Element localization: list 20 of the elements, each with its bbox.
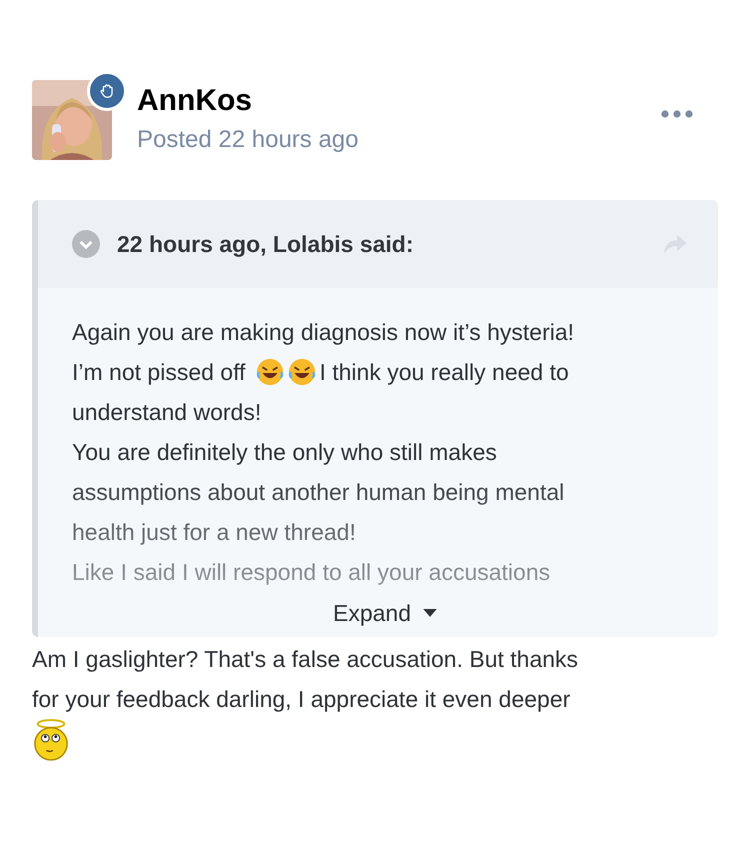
text-line: for your feedback darling, I appreciate it even deeper [32, 685, 570, 714]
text-line: Like I said I will respond to all your accusations [72, 558, 550, 587]
text-line: You are definitely the only who still makes [72, 438, 497, 467]
text-line: Am I gaslighter? That's a false accusation. But thanks [32, 645, 578, 674]
laughing-face-icon [255, 357, 286, 387]
laughing-face-icon [287, 357, 318, 387]
quote-citation: 22 hours ago, Lolabis said: [117, 230, 415, 258]
expand-button[interactable]: Expand [324, 594, 445, 633]
angel-smiley-icon [32, 719, 70, 761]
text-line: I think you really need to [319, 358, 569, 387]
text-line: I’m not pissed off [72, 358, 246, 387]
text-line: Again you are making diagnosis now it’s hysteria! [72, 318, 574, 347]
caret-icon [423, 609, 437, 618]
collapse-chevron-icon[interactable] [72, 230, 100, 258]
text-line: health just for a new thread! [72, 518, 356, 547]
more-options-icon[interactable] [661, 110, 693, 118]
author-name[interactable]: AnnKos [137, 82, 661, 120]
post-time: Posted 22 hours ago [137, 125, 360, 155]
text-line: assumptions about another human being mental [72, 478, 564, 507]
text-line: understand words! [72, 398, 262, 427]
